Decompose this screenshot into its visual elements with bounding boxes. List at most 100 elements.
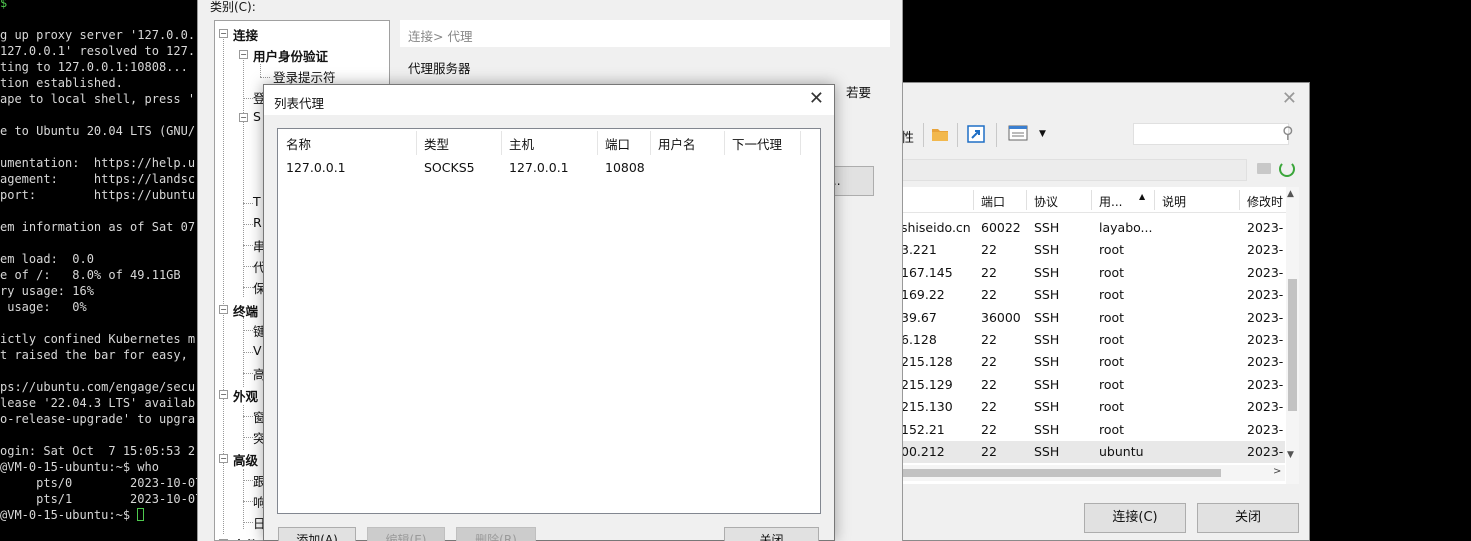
column-separator — [597, 131, 598, 155]
connect-button[interactable]: 连接(C) — [1084, 503, 1186, 533]
dialog-titlebar[interactable]: 列表代理 ✕ — [264, 85, 834, 115]
collapse-icon[interactable]: − — [239, 50, 248, 59]
collapse-icon[interactable]: − — [219, 29, 228, 38]
scrollbar-thumb[interactable] — [1288, 279, 1297, 411]
column-header-type[interactable]: 类型 — [424, 134, 449, 153]
tree-item-connection[interactable]: 连接 — [233, 25, 258, 44]
terminal-line: agement: https://landsc — [0, 172, 196, 186]
column-header-next-proxy[interactable]: 下一代理 — [732, 134, 782, 153]
scroll-down-icon[interactable]: ▼ — [1287, 450, 1294, 460]
column-separator — [501, 131, 502, 155]
view-icon[interactable] — [1008, 125, 1030, 145]
cell-proto: SSH — [1034, 220, 1060, 235]
proxy-type: SOCKS5 — [424, 160, 475, 175]
terminal-line: tion established. — [0, 76, 123, 90]
terminal-line: e to Ubuntu 20.04 LTS (GNU/ — [0, 124, 196, 138]
tree-guide — [243, 266, 253, 267]
cell-user: root — [1099, 332, 1125, 347]
tree-guide — [243, 405, 244, 450]
tree-item-r[interactable]: R — [253, 215, 262, 230]
column-separator — [724, 131, 725, 155]
terminal-line: usage: 0% — [0, 300, 87, 314]
cell-user: root — [1099, 309, 1125, 325]
cell-user: root — [1099, 399, 1125, 415]
tree-item-user-auth[interactable]: 用户身份验证 — [253, 46, 328, 65]
cell-user: root — [1099, 264, 1125, 280]
table-row[interactable]: 152.21 22 SSH root 2023- — [881, 419, 1285, 441]
breadcrumb: 连接> 代理 — [400, 20, 890, 47]
session-table[interactable]: 端口 协议 用... ▲ 说明 修改时 shiseido.cn 60022 SSH l… — [881, 187, 1299, 484]
column-header-user[interactable]: 用... — [1099, 193, 1122, 210]
column-header-description[interactable]: 说明 — [1162, 193, 1186, 210]
cursor — [137, 508, 145, 521]
vertical-scrollbar[interactable]: ▲ ▼ — [1286, 187, 1299, 484]
table-row[interactable]: 215.128 22 SSH root 2023- — [881, 351, 1285, 373]
folder-icon[interactable] — [1257, 163, 1271, 174]
tree-guide — [243, 373, 253, 374]
hint-text: 若要 — [846, 85, 872, 100]
collapse-icon[interactable]: − — [219, 454, 228, 463]
table-row[interactable]: 39.67 36000 SSH root 2023- — [881, 307, 1285, 329]
tree-item-advanced[interactable]: 高级 — [233, 450, 258, 469]
scroll-right-icon[interactable]: > — [1273, 466, 1281, 477]
chevron-down-icon[interactable]: ▼ — [1039, 129, 1061, 149]
table-row[interactable]: 6.128 22 SSH root 2023- — [881, 329, 1285, 351]
close-button[interactable]: 关闭 — [724, 527, 819, 541]
horizontal-scrollbar[interactable]: > — [881, 465, 1285, 481]
scroll-up-icon[interactable]: ▲ — [1287, 189, 1294, 199]
table-row[interactable]: 215.130 22 SSH root 2023- — [881, 396, 1285, 418]
close-icon[interactable]: ✕ — [809, 88, 824, 109]
search-icon[interactable]: ⚲ — [1282, 123, 1294, 142]
table-row[interactable]: 167.145 22 SSH root 2023- — [881, 262, 1285, 284]
tree-item-file-transfer[interactable]: 文件 — [233, 535, 258, 540]
collapse-icon[interactable]: − — [219, 305, 228, 314]
refresh-icon[interactable] — [1279, 161, 1295, 177]
table-row[interactable]: 3.221 22 SSH root 2023- — [881, 239, 1285, 261]
terminal-line: g up proxy server '127.0.0. — [0, 28, 196, 42]
tree-item-appearance[interactable]: 外观 — [233, 386, 258, 405]
folder-icon[interactable] — [930, 125, 952, 145]
proxy-port: 10808 — [605, 160, 645, 175]
list-item[interactable]: 127.0.0.1 SOCKS5 127.0.0.1 10808 — [278, 157, 820, 179]
terminal-line: port: https://ubuntu — [0, 188, 196, 202]
collapse-icon[interactable]: − — [219, 390, 228, 399]
tree-item-terminal[interactable]: 终端 — [233, 301, 258, 320]
close-icon[interactable]: ✕ — [1282, 88, 1297, 109]
table-row[interactable]: shiseido.cn 60022 SSH layabo... 2023- — [881, 217, 1285, 239]
tree-item-t[interactable]: T — [253, 194, 261, 209]
proxy-list[interactable]: 名称 类型 主机 端口 用户名 下一代理 127.0.0.1 SOCKS5 12… — [277, 128, 821, 514]
path-bar[interactable] — [881, 159, 1247, 181]
terminal-line: e of /: 8.0% of 49.11GB — [0, 268, 181, 282]
column-header-modified[interactable]: 修改时 — [1247, 193, 1283, 210]
cell-port: 22 — [981, 287, 997, 303]
table-row[interactable]: 215.129 22 SSH root 2023- — [881, 374, 1285, 396]
tree-guide — [260, 64, 261, 77]
terminal-window[interactable]: $ g up proxy server '127.0.0. 127.0.0.1' r… — [0, 0, 205, 541]
table-row[interactable]: 00.212 22 SSH ubuntu 2023- — [881, 441, 1285, 463]
cell-port: 22 — [981, 242, 997, 258]
delete-button[interactable]: 删除(R) — [456, 527, 536, 541]
column-header-username[interactable]: 用户名 — [658, 134, 696, 153]
close-button[interactable]: 关闭 — [1197, 503, 1299, 533]
search-input[interactable] — [1133, 123, 1289, 145]
terminal-line: em load: 0.0 — [0, 252, 94, 266]
column-header-host[interactable]: 主机 — [509, 134, 534, 153]
scrollbar-thumb[interactable] — [881, 469, 1221, 477]
tree-item-ssh[interactable]: S — [253, 109, 261, 124]
cell-user: root — [1099, 287, 1125, 303]
cell-user: layabo... — [1099, 220, 1153, 235]
cell-proto: SSH — [1034, 354, 1060, 370]
column-header-name[interactable]: 名称 — [286, 134, 311, 153]
shortcut-icon[interactable] — [967, 125, 989, 145]
cell-port: 36000 — [981, 309, 1021, 325]
tree-item-v[interactable]: V — [253, 343, 262, 358]
column-header-port[interactable]: 端口 — [981, 193, 1005, 210]
column-separator — [1154, 190, 1155, 210]
column-header-protocol[interactable]: 协议 — [1034, 193, 1058, 210]
column-header-port[interactable]: 端口 — [605, 134, 630, 153]
table-row[interactable]: 169.22 22 SSH root 2023- — [881, 284, 1285, 306]
collapse-icon[interactable]: − — [239, 113, 248, 122]
cell-host: 3.221 — [901, 242, 937, 258]
add-button[interactable]: 添加(A) — [278, 527, 356, 541]
edit-button[interactable]: 编辑(E) — [367, 527, 445, 541]
